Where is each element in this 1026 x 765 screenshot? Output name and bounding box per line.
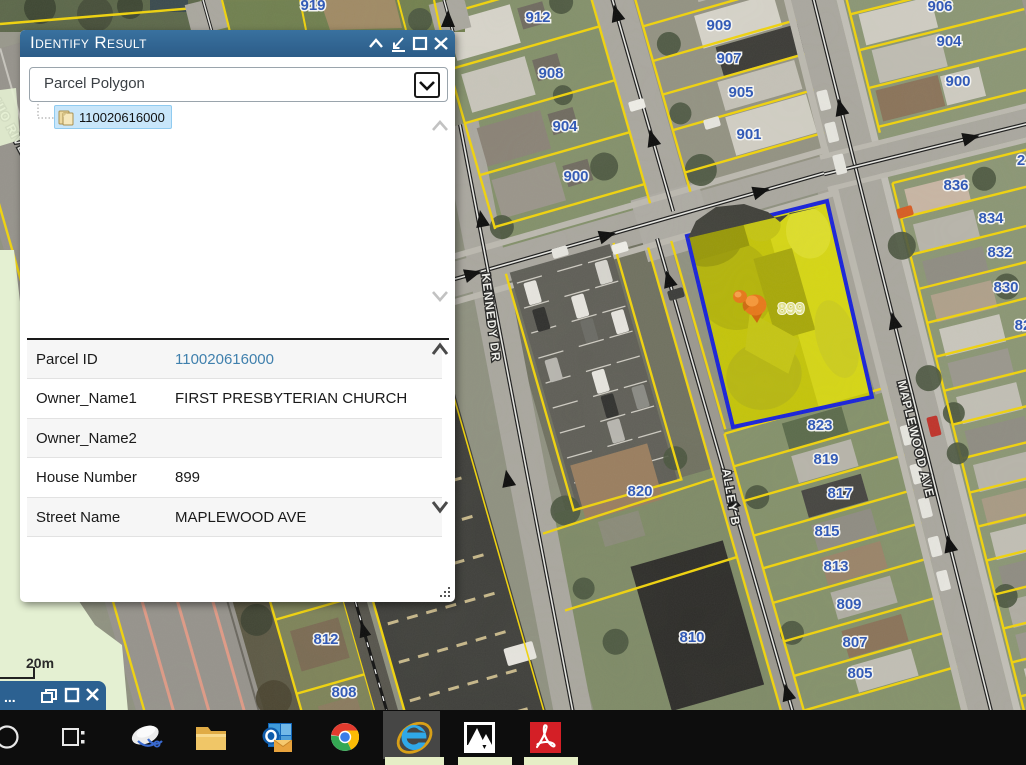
svg-text:...: ... xyxy=(4,689,16,705)
